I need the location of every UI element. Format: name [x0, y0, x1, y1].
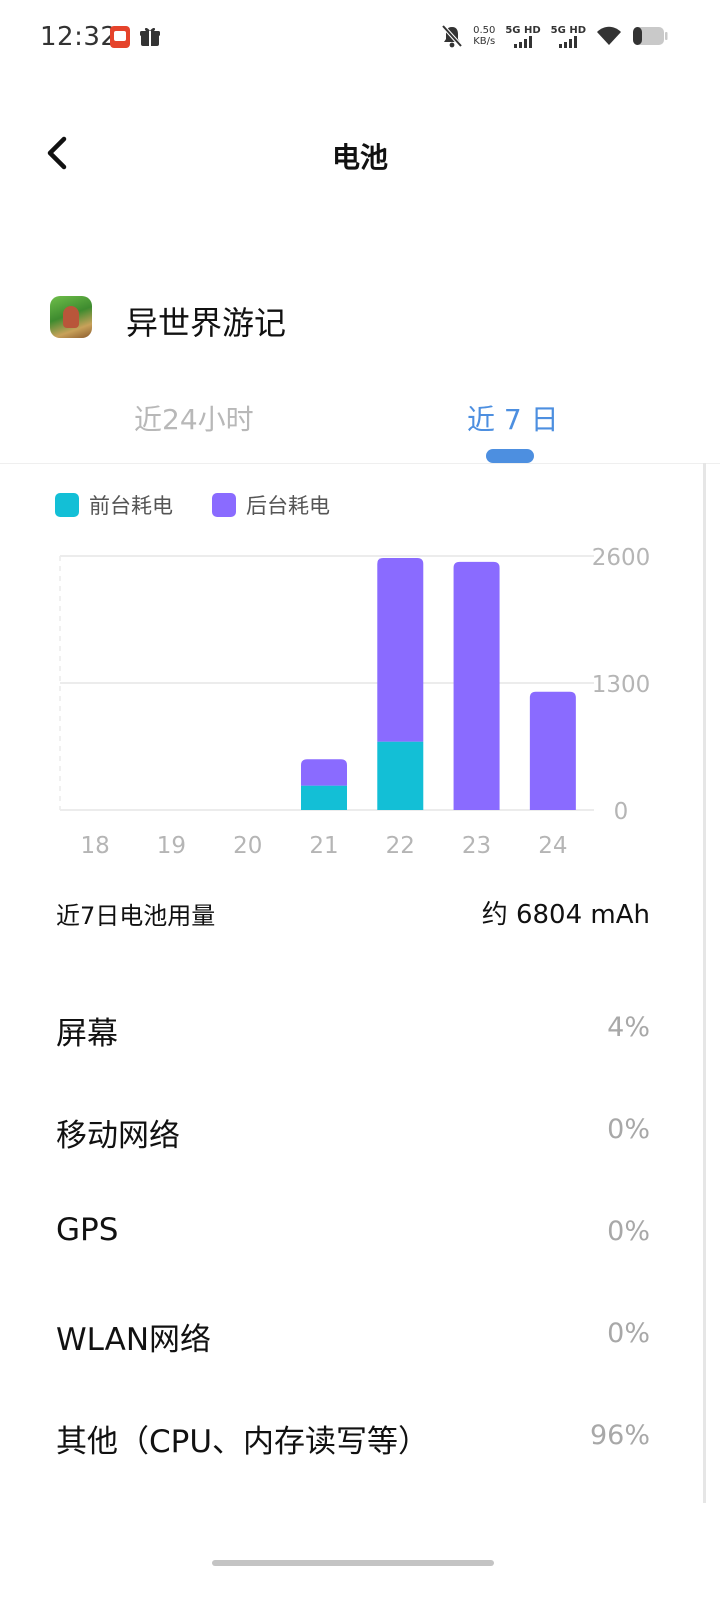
sim1-signal: 5G HD — [505, 24, 541, 48]
bar-foreground-22 — [377, 741, 424, 810]
y-tick-label: 0 — [614, 799, 629, 825]
usage-summary-value: 约 6804 mAh — [481, 900, 650, 930]
breakdown-label-screen: 屏幕 — [56, 1016, 118, 1052]
gift-icon — [140, 27, 160, 46]
bar-background-21 — [301, 759, 347, 786]
divider — [0, 463, 720, 464]
y-tick-label: 2600 — [592, 545, 651, 571]
x-tick-label: 24 — [538, 833, 567, 859]
breakdown-label-mobile-network: 移动网络 — [56, 1118, 180, 1154]
bar-foreground-21 — [301, 785, 347, 810]
legend-swatch-foreground — [55, 493, 79, 517]
network-speed: 0.50 KB/s — [473, 25, 495, 47]
x-tick-label: 23 — [462, 833, 491, 859]
app-name: 异世界游记 — [126, 304, 287, 342]
tab-24-hours[interactable]: 近24小时 — [134, 398, 254, 438]
app-icon — [50, 296, 92, 338]
x-tick-label: 18 — [81, 833, 110, 859]
x-tick-label: 20 — [233, 833, 262, 859]
legend-swatch-background — [212, 493, 236, 517]
bar-background-22 — [377, 557, 424, 742]
breakdown-value-other: 96% — [589, 1420, 650, 1451]
legend-foreground: 前台耗电 — [55, 490, 173, 520]
bar-background-24 — [529, 691, 576, 810]
y-tick-label: 1300 — [592, 672, 651, 698]
usage-summary-label: 近7日电池用量 — [56, 902, 216, 930]
x-tick-label: 19 — [157, 833, 186, 859]
mute-bell-icon — [441, 24, 463, 48]
page-title: 电池 — [331, 141, 388, 174]
bar-background-23 — [453, 561, 500, 810]
status-indicators: 0.50 KB/s 5G HD 5G HD — [441, 24, 668, 48]
x-tick-label: 22 — [386, 833, 415, 859]
battery-usage-chart: 0 1300 2600 18 19 20 21 22 23 24 — [59, 545, 651, 859]
signal-bars-icon — [559, 35, 578, 48]
tab-7-days[interactable]: 近 7 日 — [467, 398, 559, 438]
x-tick-label: 21 — [309, 833, 338, 859]
app-notification-icon — [110, 26, 130, 48]
legend-label-background: 后台耗电 — [246, 494, 330, 518]
breakdown-label-wlan: WLAN网络 — [56, 1322, 212, 1358]
signal-bars-icon — [514, 35, 532, 48]
network-speed-unit: KB/s — [473, 36, 496, 47]
breakdown-label-other: 其他（CPU、内存读写等） — [56, 1424, 430, 1460]
tab-active-indicator — [486, 449, 534, 463]
breakdown-value-screen: 4% — [607, 1012, 650, 1043]
legend-label-foreground: 前台耗电 — [89, 494, 173, 518]
battery-icon — [633, 27, 668, 45]
sim2-label: 5G HD — [550, 24, 586, 36]
sim1-label: 5G HD — [505, 24, 541, 36]
legend-background: 后台耗电 — [212, 490, 330, 520]
sim2-signal: 5G HD — [551, 25, 586, 48]
breakdown-value-mobile-network: 0% — [607, 1114, 650, 1145]
wifi-icon — [597, 26, 621, 45]
breakdown-value-wlan: 0% — [607, 1318, 650, 1349]
breakdown-value-gps: 0% — [607, 1216, 650, 1247]
home-indicator[interactable] — [212, 1560, 494, 1566]
network-speed-value: 0.50 — [473, 25, 496, 36]
breakdown-label-gps: GPS — [56, 1212, 119, 1248]
status-time: 12:32 — [40, 22, 118, 52]
